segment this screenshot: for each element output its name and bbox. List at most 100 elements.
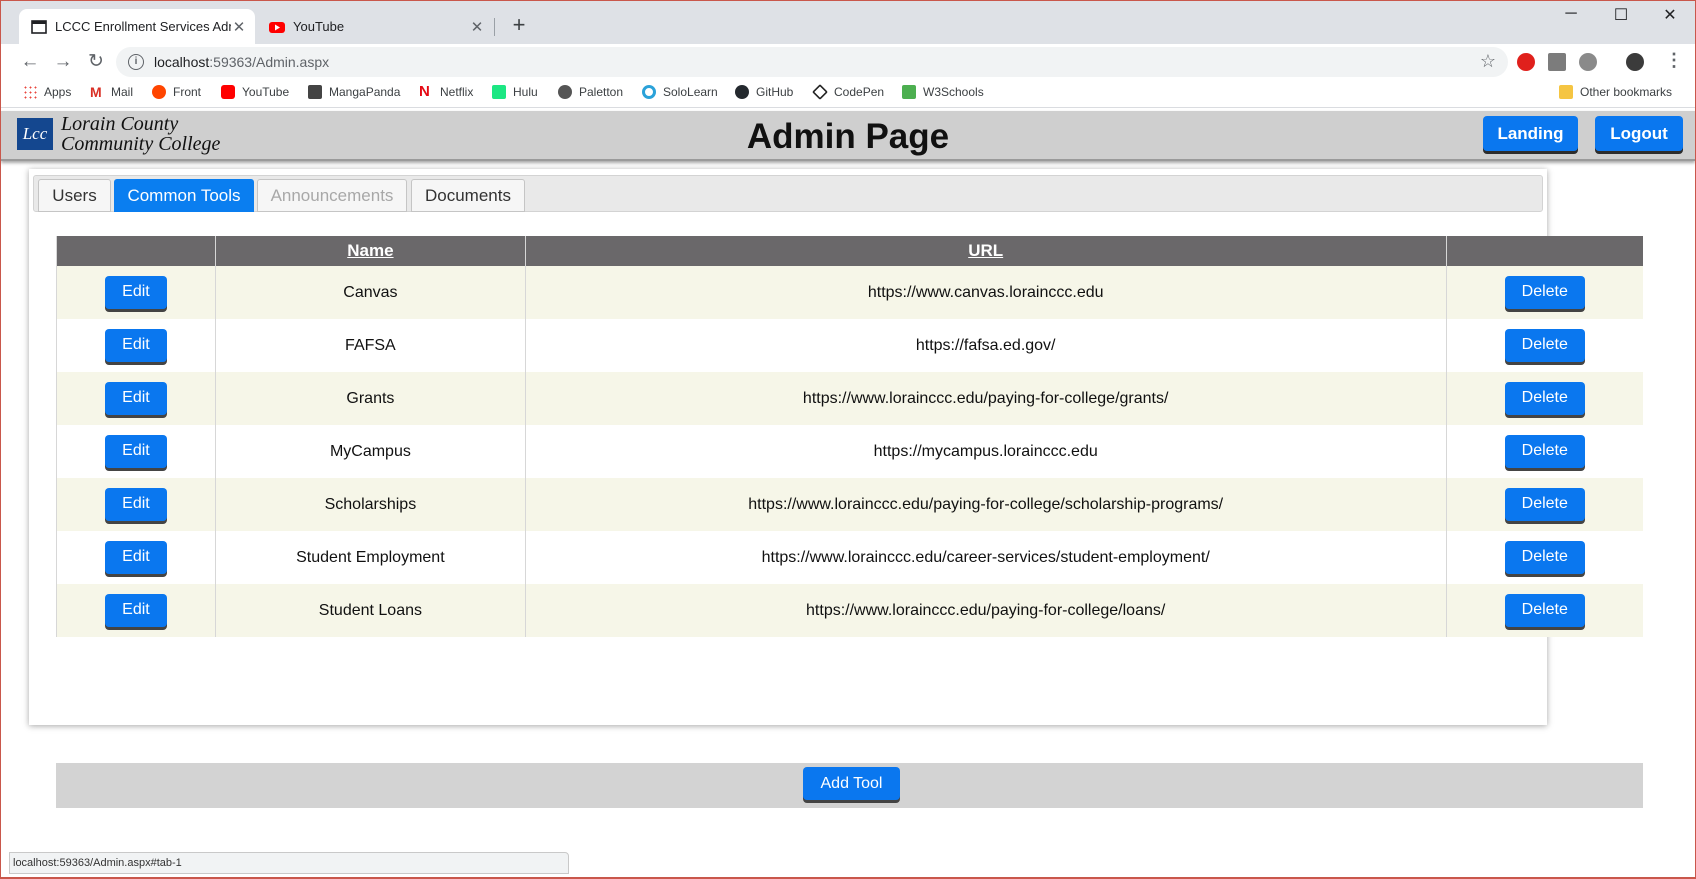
bookmark-label: Hulu [513,85,538,99]
bookmark-label: SoloLearn [663,85,718,99]
table-row: Edit Grants https://www.lorainccc.edu/payi… [56,372,1643,425]
bookmark-label: Netflix [440,85,474,99]
edit-cell: Edit [56,319,216,372]
bookmark-mangapanda[interactable]: MangaPanda [308,85,400,99]
edit-button[interactable]: Edit [104,488,167,521]
admin-card: Users Common Tools Announcements Documen… [29,169,1643,808]
edit-cell: Edit [56,425,216,478]
delete-button[interactable]: Delete [1504,382,1585,415]
delete-button[interactable]: Delete [1504,435,1585,468]
browser-window: LCCC Enrollment Services Admin ✕ YouTube… [1,1,1695,877]
tab-separator [494,18,495,36]
tool-url: https://mycampus.lorainccc.edu [524,425,1447,478]
globe-icon[interactable] [1579,53,1597,71]
tool-url: https://www.lorainccc.edu/career-service… [524,531,1447,584]
close-icon[interactable]: ✕ [469,18,485,36]
edit-cell: Edit [56,372,216,425]
tool-url: https://fafsa.ed.gov/ [524,319,1447,372]
reddit-icon [152,85,166,99]
table-row: Edit Canvas https://www.canvas.lorainccc.e… [56,266,1643,319]
page-icon [31,19,47,34]
edit-button[interactable]: Edit [104,276,167,309]
edit-cell: Edit [56,478,216,531]
tab-common-tools[interactable]: Common Tools [114,179,254,212]
delete-button[interactable]: Delete [1504,276,1585,309]
bookmark-github[interactable]: GitHub [735,85,793,99]
close-icon[interactable]: ✕ [231,18,247,36]
url-text: localhost:59363/Admin.aspx [154,54,329,70]
delete-cell: Delete [1445,266,1643,319]
tool-name: MyCampus [214,425,526,478]
paletton-icon [558,85,572,99]
bookmark-sololearn[interactable]: SoloLearn [642,85,718,99]
bookmark-front[interactable]: Front [152,85,201,99]
delete-button[interactable]: Delete [1504,329,1585,362]
browser-tab-youtube[interactable]: YouTube ✕ [257,9,493,44]
bookmark-mail[interactable]: M Mail [90,85,133,99]
bookmark-label: Paletton [579,85,624,99]
logout-button[interactable]: Logout [1595,116,1683,151]
sololearn-icon [642,85,656,99]
new-tab-icon[interactable]: + [507,12,531,38]
address-bar[interactable]: i localhost:59363/Admin.aspx ☆ [116,47,1508,77]
github-icon [735,85,749,99]
bookmark-codepen[interactable]: CodePen [812,84,885,100]
forward-arrow-icon[interactable]: → [51,50,75,74]
star-icon[interactable]: ☆ [1480,51,1496,72]
column-header-url[interactable]: URL [524,236,1447,266]
delete-cell: Delete [1445,584,1643,637]
info-icon[interactable]: i [128,54,144,70]
edit-button[interactable]: Edit [104,435,167,468]
browser-tab-admin[interactable]: LCCC Enrollment Services Admin ✕ [19,9,255,44]
landing-button[interactable]: Landing [1483,116,1578,151]
bookmark-label: Other bookmarks [1580,85,1673,99]
bookmark-label: YouTube [242,85,290,99]
apps-grid-icon [23,85,37,99]
bookmark-netflix[interactable]: N Netflix [419,83,474,100]
minimize-icon[interactable]: ─ [1556,5,1586,23]
opera-icon[interactable] [1517,53,1535,71]
delete-button[interactable]: Delete [1504,541,1585,574]
extension-icon[interactable] [1548,53,1566,71]
tool-url: https://www.canvas.lorainccc.edu [524,266,1447,319]
window-close-icon[interactable]: ✕ [1655,5,1685,25]
column-header-name[interactable]: Name [214,236,526,266]
edit-button[interactable]: Edit [104,329,167,362]
browser-tab-title: LCCC Enrollment Services Admin [55,19,231,34]
maximize-icon[interactable]: ☐ [1606,5,1636,25]
edit-cell: Edit [56,584,216,637]
avatar[interactable] [1626,53,1644,71]
table-row: Edit Student Loans https://www.lorainccc.e… [56,584,1643,637]
tool-name: Canvas [214,266,526,319]
delete-cell: Delete [1445,425,1643,478]
add-tool-bar: Add Tool [56,763,1643,808]
bookmark-w3schools[interactable]: W3Schools [902,85,984,99]
add-tool-button[interactable]: Add Tool [803,767,900,800]
tab-documents[interactable]: Documents [411,179,525,212]
folder-icon [1559,85,1573,99]
bookmark-paletton[interactable]: Paletton [558,85,623,99]
bookmark-hulu[interactable]: Hulu [492,85,538,99]
menu-icon[interactable]: ⋮ [1665,50,1683,71]
w3schools-icon [902,85,916,99]
table-row: Edit FAFSA https://fafsa.ed.gov/Delete [56,319,1643,372]
tool-url: https://www.lorainccc.edu/paying-for-col… [524,584,1447,637]
netflix-icon: N [419,83,430,100]
delete-cell: Delete [1445,478,1643,531]
bookmark-other[interactable]: Other bookmarks [1559,85,1672,99]
reload-icon[interactable]: ↻ [84,50,108,74]
delete-button[interactable]: Delete [1504,488,1585,521]
bookmark-youtube[interactable]: YouTube [221,85,289,99]
edit-button[interactable]: Edit [104,382,167,415]
page-viewport: Lcc Lorain County Community College Admi… [1,108,1695,877]
edit-button[interactable]: Edit [104,594,167,627]
delete-button[interactable]: Delete [1504,594,1585,627]
bookmark-apps[interactable]: Apps [23,85,71,99]
edit-button[interactable]: Edit [104,541,167,574]
tab-users[interactable]: Users [38,179,111,212]
tool-name: Scholarships [214,478,526,531]
bookmark-label: W3Schools [923,85,984,99]
back-arrow-icon[interactable]: ← [18,50,42,74]
bookmark-label: CodePen [834,85,885,99]
tool-name: FAFSA [214,319,526,372]
